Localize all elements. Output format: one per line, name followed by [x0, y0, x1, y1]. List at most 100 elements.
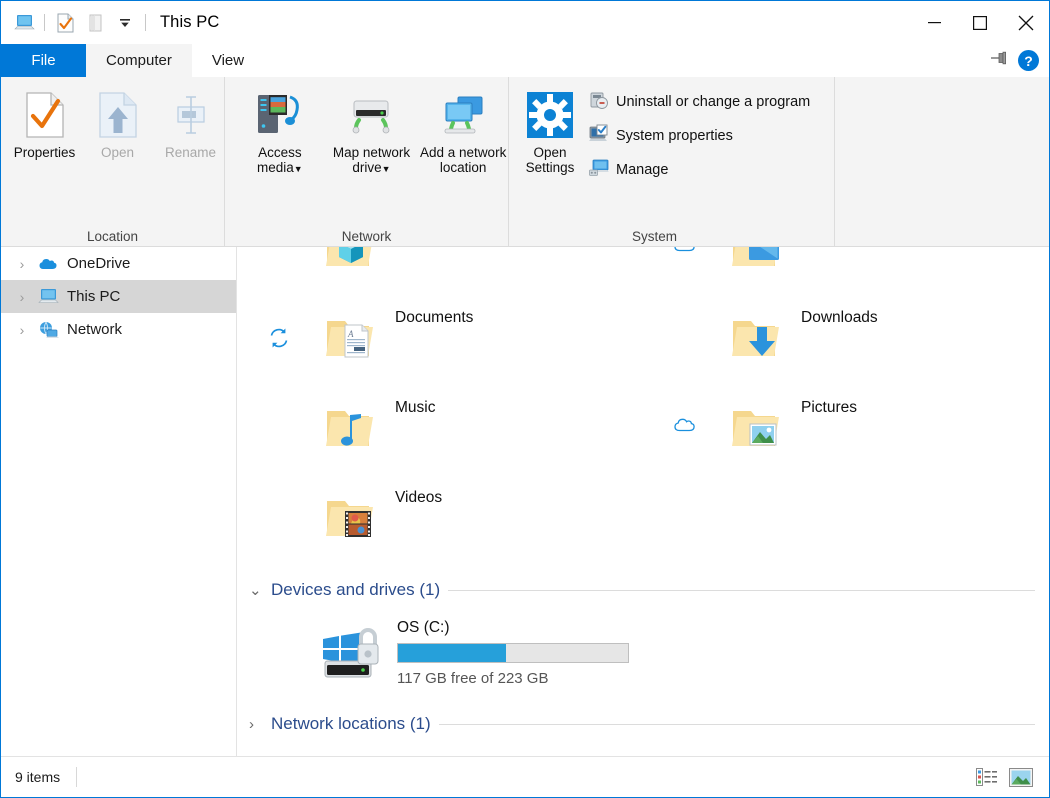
maximize-button[interactable] — [957, 1, 1003, 44]
manage-label: Manage — [616, 162, 669, 178]
chevron-right-icon-2[interactable]: › — [9, 289, 35, 305]
ribbon-group-network-title: Network — [341, 228, 392, 244]
manage-button[interactable]: Manage — [585, 155, 814, 185]
list-item[interactable]: Desktop — [643, 247, 1049, 293]
group-header-network-label: Network locations (1) — [271, 714, 431, 733]
sidebar-item-network[interactable]: › Network — [1, 313, 236, 346]
open-settings-label: Open Settings — [525, 145, 575, 176]
uninstall-label: Uninstall or change a program — [616, 94, 811, 110]
add-network-location-label: Add a network location — [420, 145, 507, 176]
group-header-network-locations[interactable]: › Network locations (1) — [237, 707, 1049, 741]
ribbon-group-location-title: Location — [86, 228, 139, 244]
list-item-label: Downloads — [801, 309, 878, 326]
sidebar-item-this-pc[interactable]: › This PC — [1, 280, 236, 313]
folder-3d-objects-icon — [321, 247, 383, 279]
tab-strip-right-controls: ? — [990, 44, 1049, 77]
system-small-buttons: Uninstall or change a program System pro… — [585, 85, 814, 185]
caret-down-icon: ▼ — [293, 164, 303, 175]
rename-button[interactable]: Rename — [157, 85, 224, 183]
properties-icon[interactable] — [50, 9, 80, 37]
folder-music-icon — [321, 397, 383, 459]
folder-desktop-icon — [727, 247, 789, 279]
add-network-location-button[interactable]: Add a network location — [418, 85, 508, 183]
list-item-label: Pictures — [801, 399, 857, 416]
cloud-sync-icon-2 — [673, 416, 697, 440]
sidebar-item-onedrive[interactable]: › OneDrive — [1, 247, 236, 280]
access-media-button[interactable]: Access media▼ — [235, 85, 325, 183]
properties-label: Properties — [13, 145, 76, 160]
svg-text:A: A — [347, 329, 354, 339]
drive-info: OS (C:) 117 GB free of 223 GB — [397, 617, 629, 687]
folder-pictures-icon — [727, 397, 789, 459]
chevron-down-icon-devices[interactable]: ⌄ — [249, 581, 263, 599]
status-bar: 9 items — [1, 756, 1049, 797]
uninstall-icon — [589, 90, 609, 114]
cloud-sync-icon — [673, 247, 697, 260]
ribbon-group-network: Access media▼ Map network drive▼ Add a n… — [225, 77, 509, 247]
ribbon: Properties Open Rename Location Access m… — [1, 77, 1049, 247]
map-network-drive-button[interactable]: Map network drive▼ — [327, 85, 417, 183]
ribbon-tab-strip: File Computer View ? — [1, 44, 1049, 77]
help-button[interactable]: ? — [1018, 50, 1039, 71]
tab-file[interactable]: File — [1, 44, 86, 77]
tab-view[interactable]: View — [192, 44, 264, 77]
computer-icon[interactable] — [9, 9, 39, 37]
pin-icon[interactable] — [990, 50, 1008, 71]
file-list-scroll-content: 3D Objects — [237, 247, 1049, 741]
item-count-label: 9 items — [15, 769, 61, 785]
map-network-drive-icon — [345, 91, 399, 139]
toolbar-divider — [44, 14, 45, 31]
ribbon-empty-space — [835, 77, 1049, 246]
view-mode-buttons — [975, 765, 1041, 789]
toolbar-divider-2 — [145, 14, 146, 31]
windows-drive-icon — [317, 617, 389, 681]
group-header-devices-and-drives[interactable]: ⌄ Devices and drives (1) — [237, 573, 1049, 607]
ribbon-group-location: Properties Open Rename Location — [1, 77, 225, 247]
properties-button[interactable]: Properties — [11, 85, 78, 183]
grid-empty-cell — [643, 473, 1049, 563]
list-item[interactable]: Music — [237, 383, 643, 473]
details-view-button[interactable] — [975, 765, 999, 789]
uninstall-program-button[interactable]: Uninstall or change a program — [585, 87, 814, 117]
map-network-drive-label: Map network drive▼ — [327, 145, 417, 175]
gear-icon — [527, 91, 573, 139]
drive-capacity-bar-fill — [398, 644, 507, 662]
drive-capacity-bar — [397, 643, 629, 663]
open-settings-button[interactable]: Open Settings — [519, 85, 581, 183]
open-button[interactable]: Open — [84, 85, 151, 183]
list-item[interactable]: Pictures — [643, 383, 1049, 473]
chevron-down-icon[interactable] — [110, 9, 140, 37]
list-item-label: Music — [395, 399, 436, 416]
chevron-right-icon-3[interactable]: › — [9, 322, 35, 338]
list-item-label: Videos — [395, 489, 443, 506]
navigation-pane: › OneDrive › This PC › Network — [1, 247, 237, 756]
minimize-button[interactable] — [911, 1, 957, 44]
list-item[interactable]: 3D Objects — [237, 247, 643, 293]
drive-item-os-c[interactable]: OS (C:) 117 GB free of 223 GB — [237, 607, 1049, 701]
tab-computer[interactable]: Computer — [86, 44, 192, 77]
this-pc-icon — [35, 288, 61, 305]
system-properties-button[interactable]: System properties — [585, 121, 814, 151]
sync-in-progress-icon — [267, 326, 291, 350]
chevron-right-icon[interactable]: › — [9, 256, 35, 272]
network-globe-icon — [35, 321, 61, 339]
open-label: Open — [100, 145, 135, 160]
file-list-pane[interactable]: 3D Objects — [237, 247, 1049, 756]
large-icons-view-button[interactable] — [1009, 765, 1033, 789]
list-item[interactable]: A Documents — [237, 293, 643, 383]
sidebar-item-this-pc-label: This PC — [67, 288, 121, 305]
group-header-divider-2 — [438, 723, 1035, 725]
properties-icon — [24, 91, 66, 139]
sidebar-item-onedrive-label: OneDrive — [67, 255, 131, 272]
sidebar-item-network-label: Network — [67, 321, 123, 338]
group-header-divider — [448, 589, 1035, 591]
list-item[interactable]: Downloads — [643, 293, 1049, 383]
chevron-right-icon-network[interactable]: › — [249, 716, 263, 733]
folder-icon[interactable] — [80, 9, 110, 37]
rename-icon — [170, 91, 212, 139]
ribbon-group-system: Open Settings Uninstall or change a prog… — [509, 77, 835, 247]
list-item-label: Documents — [395, 309, 474, 326]
title-bar: This PC — [1, 1, 1049, 44]
close-button[interactable] — [1003, 1, 1049, 44]
list-item[interactable]: Videos — [237, 473, 643, 563]
